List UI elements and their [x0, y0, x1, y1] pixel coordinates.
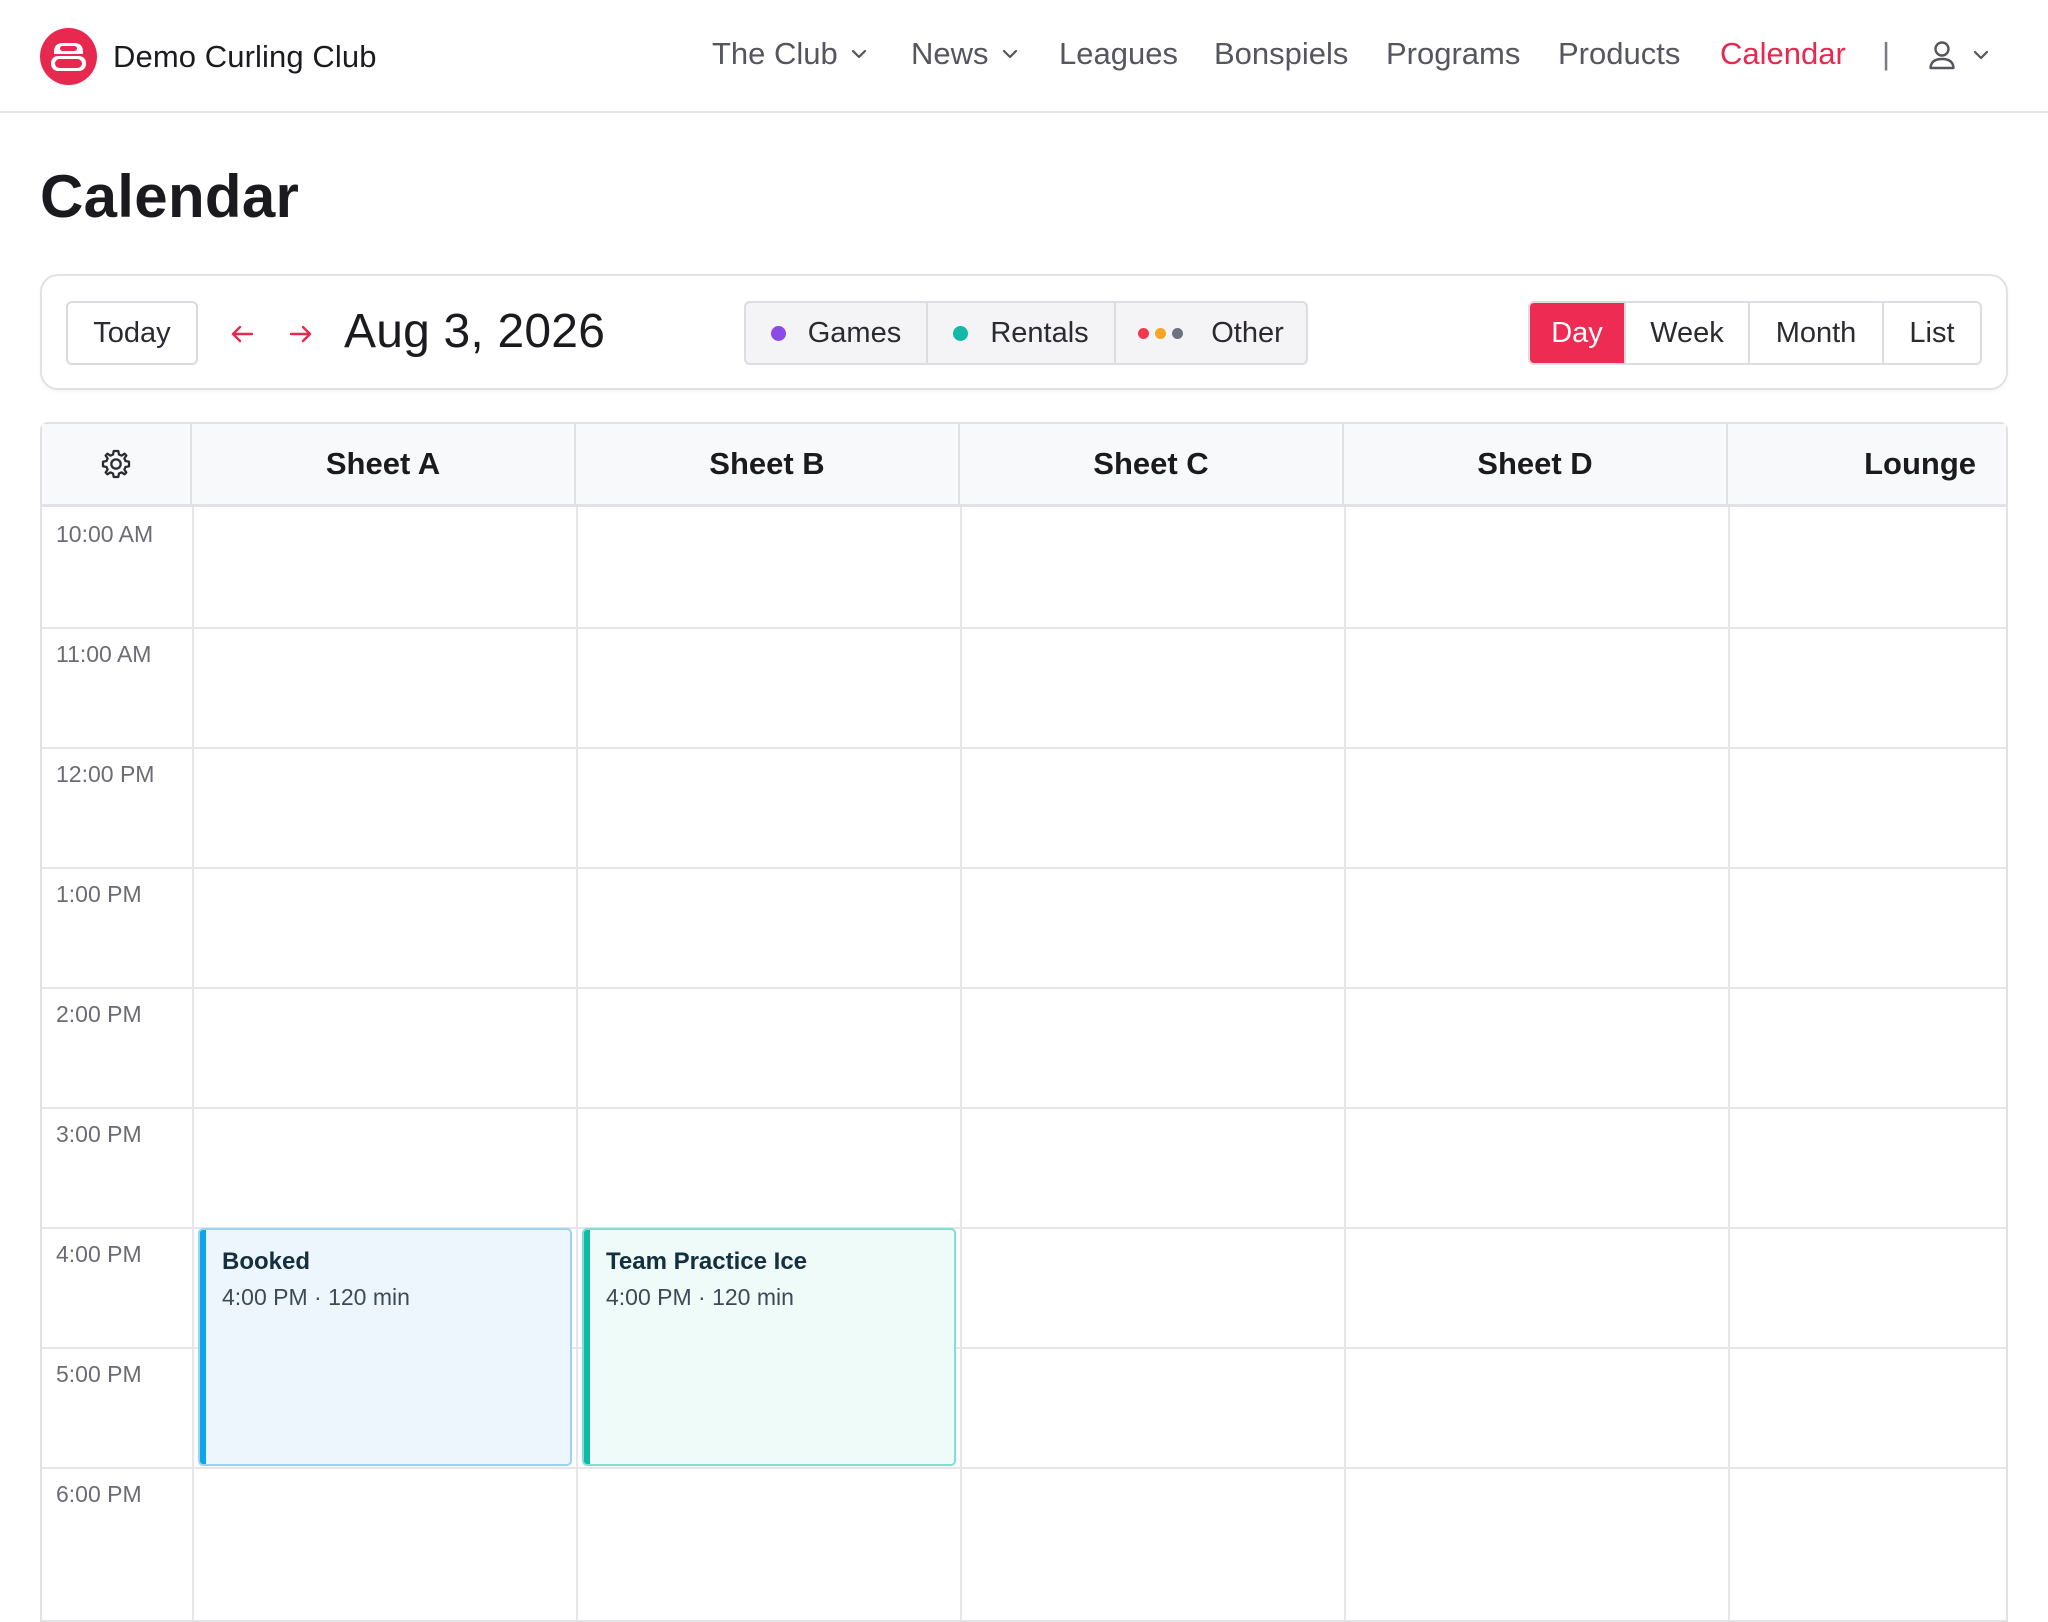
- user-menu[interactable]: [1928, 40, 1990, 70]
- nav-item-news[interactable]: News: [911, 36, 1019, 72]
- column-divider: [192, 507, 194, 1620]
- arrow-left-icon[interactable]: [228, 320, 256, 348]
- filter-other[interactable]: Other: [1116, 303, 1306, 363]
- view-month-button[interactable]: Month: [1750, 303, 1884, 363]
- column-header-sheet-a: Sheet A: [192, 424, 576, 504]
- other-color-dot: [1172, 327, 1184, 339]
- nav-item-label: Products: [1558, 36, 1681, 71]
- view-week-button[interactable]: Week: [1626, 303, 1750, 363]
- column-header-sheet-b: Sheet B: [576, 424, 960, 504]
- hour-divider: [42, 627, 2006, 629]
- nav-separator: |: [1882, 36, 1891, 71]
- page-title: Calendar: [40, 163, 300, 230]
- games-color-dot: [770, 325, 786, 341]
- curling-stone-logo-icon: [40, 28, 97, 85]
- nav-item-label: The Club: [712, 36, 838, 71]
- event-meta: 4:00 PM · 120 min: [606, 1284, 794, 1310]
- column-divider: [576, 507, 578, 1620]
- hour-divider: [42, 1467, 2006, 1469]
- column-divider: [1728, 507, 1730, 1620]
- filter-label: Other: [1211, 316, 1284, 349]
- other-color-dot: [1155, 327, 1167, 339]
- event-accent-bar: [200, 1230, 206, 1464]
- current-date: Aug 3, 2026: [344, 305, 606, 358]
- event-title: Team Practice Ice: [606, 1248, 808, 1275]
- nav-item-products[interactable]: Products: [1558, 36, 1680, 72]
- event-team-practice-ice[interactable]: Team Practice Ice 4:00 PM · 120 min: [582, 1228, 956, 1466]
- filter-rentals[interactable]: Rentals: [928, 303, 1116, 363]
- chevron-down-icon: [1002, 49, 1017, 59]
- nav-item-programs[interactable]: Programs: [1386, 36, 1520, 72]
- hour-divider: [42, 867, 2006, 869]
- nav-item-label: Bonspiels: [1214, 36, 1349, 71]
- nav-item-bonspiels[interactable]: Bonspiels: [1214, 36, 1348, 72]
- view-switcher: Day Week Month List: [1528, 301, 1982, 365]
- filter-games[interactable]: Games: [746, 303, 928, 363]
- top-navbar: Demo Curling Club The Club News Leagues …: [0, 0, 2048, 113]
- nav-item-label: News: [911, 36, 989, 71]
- nav-item-label: Leagues: [1059, 36, 1178, 71]
- calendar-header: Sheet A Sheet B Sheet C Sheet D Lounge: [42, 424, 2006, 507]
- filter-label: Rentals: [990, 316, 1089, 349]
- time-label: 1:00 PM: [56, 881, 142, 907]
- column-divider: [1344, 507, 1346, 1620]
- hour-divider: [42, 747, 2006, 749]
- other-color-dots: [1138, 327, 1189, 339]
- time-label: 5:00 PM: [56, 1361, 142, 1387]
- brand-name: Demo Curling Club: [113, 38, 377, 74]
- time-label: 2:00 PM: [56, 1001, 142, 1027]
- other-color-dot: [1138, 327, 1150, 339]
- nav-item-leagues[interactable]: Leagues: [1059, 36, 1178, 72]
- column-header-sheet-c: Sheet C: [960, 424, 1344, 504]
- nav-item-label: Calendar: [1720, 36, 1846, 71]
- calendar-toolbar: Today Aug 3, 2026 Games Rentals Other Da…: [40, 274, 2008, 390]
- gear-icon[interactable]: [99, 447, 133, 481]
- user-icon: [1929, 41, 1955, 70]
- event-filters: Games Rentals Other: [744, 301, 1308, 365]
- brand[interactable]: Demo Curling Club: [40, 28, 377, 85]
- column-header-sheet-d: Sheet D: [1344, 424, 1728, 504]
- event-booked[interactable]: Booked 4:00 PM · 120 min: [198, 1228, 572, 1466]
- rentals-color-dot: [953, 325, 969, 341]
- time-label: 6:00 PM: [56, 1481, 142, 1507]
- time-label: 4:00 PM: [56, 1241, 142, 1267]
- arrow-right-icon[interactable]: [287, 320, 315, 348]
- view-list-button[interactable]: List: [1884, 303, 1980, 363]
- nav-item-calendar[interactable]: Calendar: [1720, 36, 1846, 72]
- chevron-down-icon: [851, 49, 866, 59]
- column-divider: [960, 507, 962, 1620]
- today-button[interactable]: Today: [66, 301, 198, 365]
- event-title: Booked: [222, 1248, 311, 1275]
- time-label: 3:00 PM: [56, 1121, 142, 1147]
- column-header-lounge: Lounge: [1864, 446, 1976, 481]
- time-label: 10:00 AM: [56, 521, 154, 547]
- nav-item-the-club[interactable]: The Club: [712, 36, 868, 72]
- calendar-settings-cell: [42, 424, 192, 504]
- chevron-down-icon: [1973, 50, 1989, 60]
- event-meta: 4:00 PM · 120 min: [222, 1284, 410, 1310]
- filter-label: Games: [807, 316, 902, 349]
- hour-divider: [42, 1107, 2006, 1109]
- time-label: 11:00 AM: [56, 641, 152, 667]
- event-accent-bar: [584, 1230, 590, 1464]
- day-calendar-grid: Sheet A Sheet B Sheet C Sheet D Lounge 1…: [40, 422, 2008, 1622]
- nav-item-label: Programs: [1386, 36, 1521, 71]
- time-label: 12:00 PM: [56, 761, 155, 787]
- hour-divider: [42, 987, 2006, 989]
- view-day-button[interactable]: Day: [1530, 303, 1626, 363]
